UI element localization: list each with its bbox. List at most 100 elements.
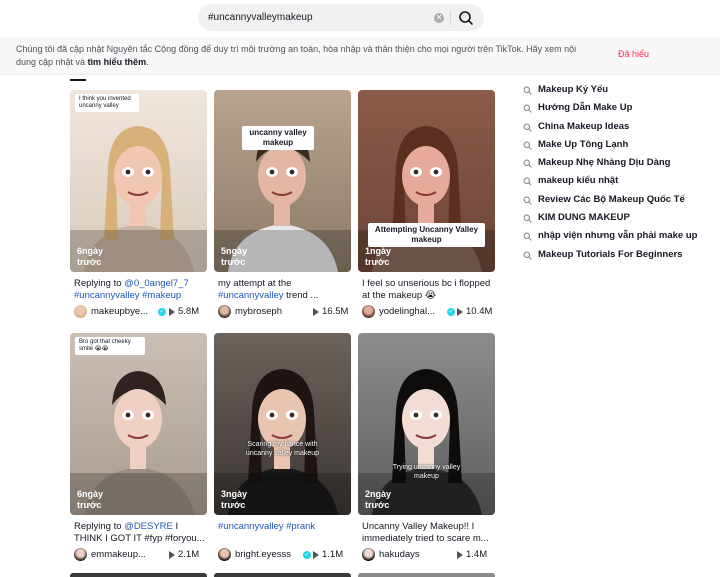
verified-icon: ✓ xyxy=(157,308,166,316)
posted-time: 5ngày trước xyxy=(221,246,248,267)
play-icon xyxy=(313,551,319,559)
related-search-label: Review Các Bộ Makeup Quốc Tế xyxy=(538,193,685,205)
video-thumbnail[interactable]: Scaring my fiancé with uncanny valley ma… xyxy=(214,333,351,515)
caption-text: Replying to xyxy=(74,278,125,289)
play-icon xyxy=(457,551,463,559)
search-icon xyxy=(459,11,473,25)
caption-text: I feel so unserious bc i flopped at the … xyxy=(362,278,491,301)
posted-time: 1ngày trước xyxy=(365,246,392,267)
search-icon xyxy=(523,178,532,187)
related-search-item[interactable]: Hướng Dẫn Make Up xyxy=(523,101,718,119)
related-search-label: KIM DUNG MAKEUP xyxy=(538,212,630,224)
reply-comment-bubble: Bro got that cheeky smile 😭😭 xyxy=(75,337,145,355)
video-thumbnail[interactable]: Attempting Uncanny Valley makeup 1ngày tr… xyxy=(358,90,495,272)
video-meta: emmakeup... 2.1M xyxy=(74,548,206,562)
caption-text: my attempt at the xyxy=(218,278,292,289)
related-search-item[interactable]: Makeup Tutorials For Beginners xyxy=(523,248,718,266)
related-search-item[interactable]: China Makeup Ideas xyxy=(523,120,718,138)
related-search-item[interactable]: Review Các Bộ Makeup Quốc Tế xyxy=(523,193,718,211)
caption-hashtags[interactable]: #uncannyvalley #prank xyxy=(218,521,315,532)
caption-text: Uncanny Valley Makeup!! I immediately tr… xyxy=(362,521,489,544)
dismiss-button[interactable]: Đã hiểu xyxy=(618,49,649,59)
verified-icon: ✓ xyxy=(303,551,311,559)
video-meta: makeupbye... ✓ 5.8M xyxy=(74,305,206,319)
caption-hashtags[interactable]: #uncannyvalley xyxy=(218,290,284,301)
author-name[interactable]: makeupbye... xyxy=(91,306,159,317)
author-name[interactable]: mybroseph xyxy=(235,306,303,317)
view-count: 1.4M xyxy=(466,549,488,560)
posted-time: 2ngày trước xyxy=(365,489,392,510)
video-caption[interactable]: I feel so unserious bc i flopped at the … xyxy=(362,278,494,302)
author-name[interactable]: bright.eyesss xyxy=(235,549,303,560)
video-thumbnail[interactable]: uncanny valley makeup 5ngày trước xyxy=(214,90,351,272)
avatar[interactable] xyxy=(218,305,231,318)
author-name[interactable]: emmakeup... xyxy=(91,549,159,560)
video-thumbnail[interactable]: Trying uncanny valley makeup 2ngày trước xyxy=(358,333,495,515)
related-search-item[interactable]: nhập viện nhưng vẫn phải make up xyxy=(523,229,718,247)
video-thumbnail[interactable]: Bro got that cheeky smile 😭😭 6ngày trước xyxy=(70,333,207,515)
video-text-overlay: Scaring my fiancé with uncanny valley ma… xyxy=(245,441,320,457)
related-search-label: China Makeup Ideas xyxy=(538,120,630,132)
avatar[interactable] xyxy=(362,548,375,561)
video-meta: hakudays 1.4M xyxy=(362,548,494,562)
search-input[interactable] xyxy=(208,4,428,31)
search-icon xyxy=(523,232,532,242)
video-text-overlay: Trying uncanny valley makeup xyxy=(392,464,461,480)
author-name[interactable]: yodelinghal... xyxy=(379,306,447,317)
related-search-item[interactable]: Make Up Tông Lạnh xyxy=(523,138,718,156)
view-count: 16.5M xyxy=(322,306,349,317)
related-search-item[interactable]: KIM DUNG MAKEUP xyxy=(523,211,718,229)
next-row-thumbnail xyxy=(358,573,495,577)
play-icon xyxy=(313,308,319,316)
search-button[interactable] xyxy=(455,7,477,29)
guidelines-notice: Chúng tôi đã cập nhật Nguyên tắc Cộng đồ… xyxy=(0,37,720,75)
search-bar: ✕ xyxy=(198,4,484,31)
play-icon xyxy=(169,308,175,316)
related-search-label: makeup kiểu nhật xyxy=(538,175,619,187)
related-search-label: Make Up Tông Lạnh xyxy=(538,138,629,150)
video-text-overlay: Attempting Uncanny Valley makeup xyxy=(368,223,485,247)
search-icon xyxy=(523,159,532,168)
search-icon xyxy=(523,214,532,223)
avatar[interactable] xyxy=(74,548,87,561)
video-thumbnail[interactable]: I think you invented uncanny valley 6ngày… xyxy=(70,90,207,272)
video-meta: bright.eyesss ✓ 1.1M xyxy=(218,548,350,562)
video-caption[interactable]: Replying to @0_0angel7_7 #uncannyvalley … xyxy=(74,278,206,302)
related-search-label: Makeup Tutorials For Beginners xyxy=(538,248,683,260)
view-count: 5.8M xyxy=(178,306,200,317)
active-tab-indicator xyxy=(70,79,86,81)
notice-text: Chúng tôi đã cập nhật Nguyên tắc Cộng đồ… xyxy=(16,44,577,67)
video-caption[interactable]: Uncanny Valley Makeup!! I immediately tr… xyxy=(362,521,494,545)
video-caption[interactable]: my attempt at the #uncannyvalley trend .… xyxy=(218,278,350,302)
search-icon xyxy=(523,86,532,95)
posted-time: 6ngày trước xyxy=(77,489,104,510)
video-caption[interactable]: #uncannyvalley #prank xyxy=(218,521,350,545)
related-search-label: nhập viện nhưng vẫn phải make up xyxy=(538,230,698,242)
avatar[interactable] xyxy=(74,305,87,318)
related-search-item[interactable]: Makeup Nhẹ Nhàng Dịu Dàng xyxy=(523,156,718,174)
next-row-thumbnail xyxy=(70,573,207,577)
related-search-item[interactable]: makeup kiểu nhật xyxy=(523,174,718,192)
related-search-item[interactable]: Makeup Kỷ Yếu xyxy=(523,83,718,101)
play-icon xyxy=(169,551,175,559)
caption-hashtags[interactable]: @DESYRE xyxy=(124,521,173,532)
video-caption[interactable]: Replying to @DESYRE I THINK I GOT IT #fy… xyxy=(74,521,206,545)
play-icon xyxy=(457,308,463,316)
avatar[interactable] xyxy=(218,548,231,561)
related-searches: Makeup Kỷ Yếu Hướng Dẫn Make Up China Make… xyxy=(523,83,718,266)
search-icon xyxy=(523,123,532,132)
view-count: 1.1M xyxy=(322,549,344,560)
related-search-label: Makeup Kỷ Yếu xyxy=(538,84,609,95)
search-icon xyxy=(523,141,532,150)
video-meta: yodelinghal... ✓ 10.4M xyxy=(362,305,494,319)
video-text-overlay: uncanny valley makeup xyxy=(242,126,314,150)
search-icon xyxy=(523,251,532,260)
learn-more-link[interactable]: tìm hiểu thêm xyxy=(88,57,147,67)
search-icon xyxy=(523,104,532,113)
posted-time: 3ngày trước xyxy=(221,489,248,510)
caption-text: trend ... xyxy=(283,290,319,301)
reply-comment-bubble: I think you invented uncanny valley xyxy=(75,94,139,112)
avatar[interactable] xyxy=(362,305,375,318)
clear-icon[interactable]: ✕ xyxy=(434,13,444,23)
author-name[interactable]: hakudays xyxy=(379,549,447,560)
